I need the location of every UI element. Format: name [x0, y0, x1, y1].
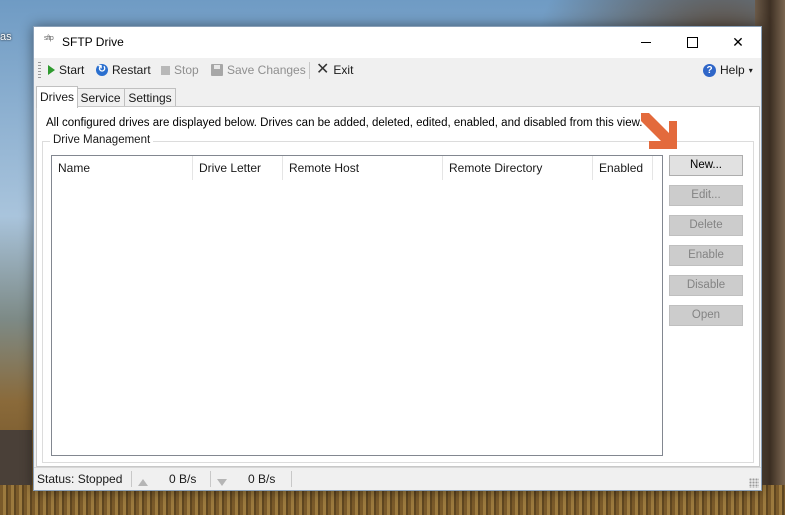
- column-header-name[interactable]: Name: [52, 156, 193, 180]
- column-header-remote-directory[interactable]: Remote Directory: [443, 156, 593, 180]
- help-icon: ?: [703, 63, 716, 77]
- toolbar-separator: [309, 62, 310, 79]
- open-drive-button[interactable]: Open: [669, 305, 743, 326]
- toolbar: Start ↻ Restart Stop Save Changes ✕ Exit…: [34, 58, 761, 82]
- status-text: Status: Stopped: [37, 472, 123, 486]
- minimize-icon: [641, 42, 651, 43]
- annotation-arrow-shape: [641, 113, 677, 149]
- drives-list[interactable]: Name Drive Letter Remote Host Remote Dir…: [51, 155, 663, 456]
- tab-drives[interactable]: Drives: [36, 86, 78, 108]
- download-arrow-icon: [217, 475, 227, 489]
- save-changes-button[interactable]: Save Changes: [211, 61, 306, 79]
- restart-label: Restart: [112, 63, 151, 77]
- exit-button[interactable]: ✕ Exit: [316, 61, 353, 79]
- tab-settings[interactable]: Settings: [124, 88, 176, 107]
- resize-grip[interactable]: [749, 478, 759, 488]
- help-button[interactable]: ? Help ▾: [703, 61, 753, 79]
- delete-drive-button[interactable]: Delete: [669, 215, 743, 236]
- save-changes-label: Save Changes: [227, 63, 306, 77]
- annotation-arrow-icon: [641, 113, 677, 149]
- column-header-drive-letter[interactable]: Drive Letter: [193, 156, 283, 180]
- play-icon: [48, 65, 55, 75]
- drives-info-text: All configured drives are displayed belo…: [46, 117, 643, 129]
- disable-drive-button[interactable]: Disable: [669, 275, 743, 296]
- start-label: Start: [59, 63, 85, 77]
- edit-drive-button[interactable]: Edit...: [669, 185, 743, 206]
- title-bar[interactable]: sftp SFTP Drive ✕: [34, 27, 761, 58]
- save-icon: [211, 64, 223, 76]
- status-bar: Status: Stopped 0 B/s 0 B/s: [34, 467, 761, 490]
- maximize-icon: [686, 37, 698, 48]
- restart-button[interactable]: ↻ Restart: [96, 61, 151, 79]
- restart-icon: ↻: [96, 64, 108, 76]
- stop-icon: [161, 65, 170, 75]
- close-icon: ✕: [732, 34, 744, 50]
- exit-icon: ✕: [316, 61, 330, 78]
- status-separator: [131, 471, 132, 487]
- close-button[interactable]: ✕: [715, 27, 761, 58]
- minimize-button[interactable]: [623, 27, 669, 58]
- toolbar-grip[interactable]: [38, 62, 41, 78]
- column-header-remote-host[interactable]: Remote Host: [283, 156, 443, 180]
- maximize-button[interactable]: [669, 27, 715, 58]
- window-title: SFTP Drive: [62, 35, 124, 49]
- download-rate: 0 B/s: [248, 472, 276, 486]
- group-label: Drive Management: [50, 134, 154, 146]
- new-drive-button[interactable]: New...: [669, 155, 743, 176]
- enable-drive-button[interactable]: Enable: [669, 245, 743, 266]
- sftp-drive-window: sftp SFTP Drive ✕ Start ↻ Restart Stop S…: [33, 26, 762, 491]
- column-header-enabled[interactable]: Enabled: [593, 156, 653, 180]
- drives-list-header: Name Drive Letter Remote Host Remote Dir…: [52, 156, 662, 180]
- app-icon: sftp: [44, 35, 54, 42]
- status-separator: [291, 471, 292, 487]
- exit-label: Exit: [333, 63, 354, 77]
- upload-arrow-icon: [138, 475, 148, 489]
- tab-service[interactable]: Service: [76, 88, 125, 107]
- desktop-text: as: [0, 31, 12, 43]
- stop-button[interactable]: Stop: [161, 61, 199, 79]
- help-label: Help: [720, 63, 745, 77]
- start-button[interactable]: Start: [46, 61, 84, 79]
- drive-management-group: Drive Management Name Drive Letter Remot…: [42, 134, 754, 463]
- drives-tab-panel: All configured drives are displayed belo…: [36, 106, 760, 467]
- status-separator: [210, 471, 211, 487]
- stop-label: Stop: [174, 63, 199, 77]
- upload-rate: 0 B/s: [169, 472, 197, 486]
- chevron-down-icon: ▾: [748, 65, 753, 75]
